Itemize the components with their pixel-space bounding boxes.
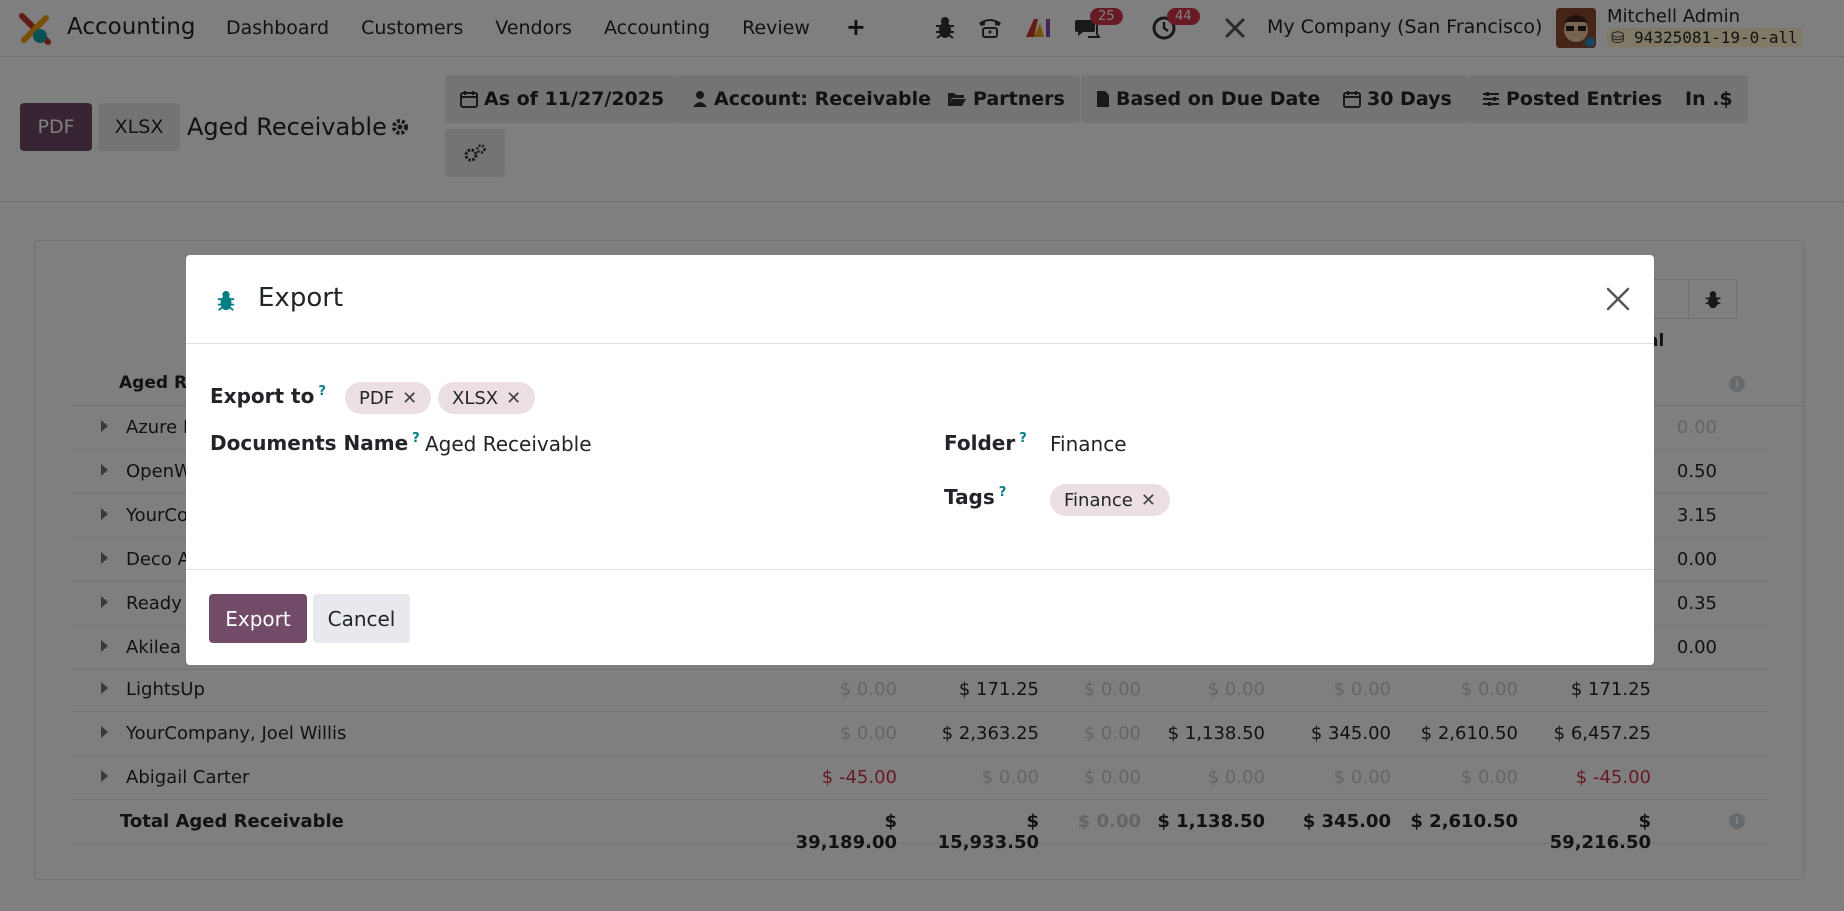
documents-name-label: Documents Name? — [210, 431, 420, 455]
documents-name-field[interactable]: Aged Receivable — [425, 432, 592, 456]
debug-icon[interactable] — [216, 290, 236, 312]
export-to-label: Export to? — [210, 384, 326, 408]
remove-tag-icon[interactable]: ✕ — [1141, 490, 1156, 511]
dialog-body: Export to? PDF ✕ XLSX ✕ Documents Name? … — [186, 344, 1654, 569]
help-icon[interactable]: ? — [318, 384, 326, 399]
help-icon[interactable]: ? — [1019, 431, 1027, 446]
tags-label-text: Tags — [944, 485, 995, 509]
export-to-label-text: Export to — [210, 384, 315, 408]
remove-tag-icon[interactable]: ✕ — [506, 388, 521, 409]
close-icon[interactable] — [1604, 285, 1632, 313]
tags-label: Tags? — [944, 485, 1006, 509]
export-button[interactable]: Export — [209, 594, 307, 643]
export-format-tag-pdf: PDF ✕ — [345, 382, 432, 414]
remove-tag-icon[interactable]: ✕ — [402, 388, 417, 409]
tag-finance: Finance ✕ — [1050, 484, 1170, 516]
help-icon[interactable]: ? — [412, 431, 420, 446]
export-dialog: Export Export to? PDF ✕ XLSX ✕ Documents… — [186, 255, 1654, 665]
tag-label: XLSX — [452, 387, 499, 409]
cancel-button[interactable]: Cancel — [313, 594, 410, 643]
tag-label: Finance — [1064, 489, 1133, 511]
dialog-header: Export — [186, 255, 1654, 344]
folder-field[interactable]: Finance — [1050, 432, 1127, 456]
folder-label-text: Folder — [944, 431, 1016, 455]
dialog-title: Export — [258, 283, 344, 313]
dialog-footer: Export Cancel — [186, 569, 1654, 665]
help-icon[interactable]: ? — [999, 485, 1007, 500]
tag-label: PDF — [359, 387, 395, 409]
export-format-tag-xlsx: XLSX ✕ — [438, 382, 536, 414]
documents-name-label-text: Documents Name — [210, 431, 409, 455]
folder-label: Folder? — [944, 431, 1027, 455]
